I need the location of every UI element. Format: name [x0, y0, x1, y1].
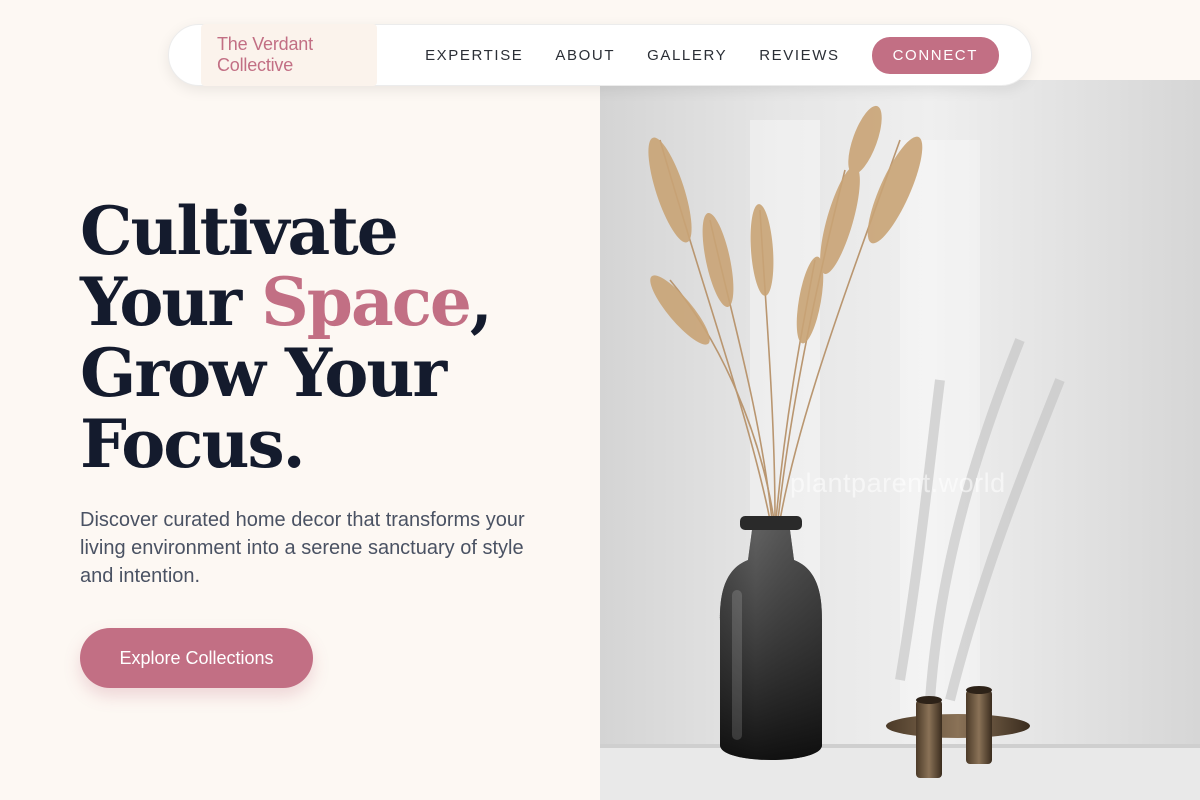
headline-line-2-end: ,	[469, 263, 493, 341]
nav-links: EXPERTISE ABOUT GALLERY REVIEWS	[425, 47, 872, 64]
nav-link-expertise[interactable]: EXPERTISE	[425, 47, 523, 64]
vase-photo-illustration	[600, 80, 1200, 800]
image-watermark: plantparent.world	[790, 468, 1006, 498]
connect-button[interactable]: CONNECT	[871, 36, 999, 74]
nav-link-reviews[interactable]: REVIEWS	[759, 47, 839, 64]
headline-line-3: Grow Your	[80, 334, 447, 412]
brand-logo[interactable]: The Verdant Collective	[201, 24, 378, 86]
hero-image: plantparent.world	[600, 80, 1200, 800]
hero-headline: Cultivate Your Space, Grow Your Focus.	[80, 196, 493, 483]
headline-line-4: Focus.	[80, 405, 306, 483]
nav-link-about[interactable]: ABOUT	[555, 47, 615, 64]
headline-line-2-start: Your	[80, 263, 262, 341]
explore-collections-button[interactable]: Explore Collections	[80, 628, 313, 688]
headline-accent-word: Space	[261, 263, 472, 341]
hero-subtitle: Discover curated home decor that transfo…	[80, 509, 525, 587]
nav-link-gallery[interactable]: GALLERY	[647, 47, 727, 64]
top-navbar: The Verdant Collective EXPERTISE ABOUT G…	[168, 24, 1032, 86]
headline-line-1: Cultivate	[80, 192, 399, 270]
